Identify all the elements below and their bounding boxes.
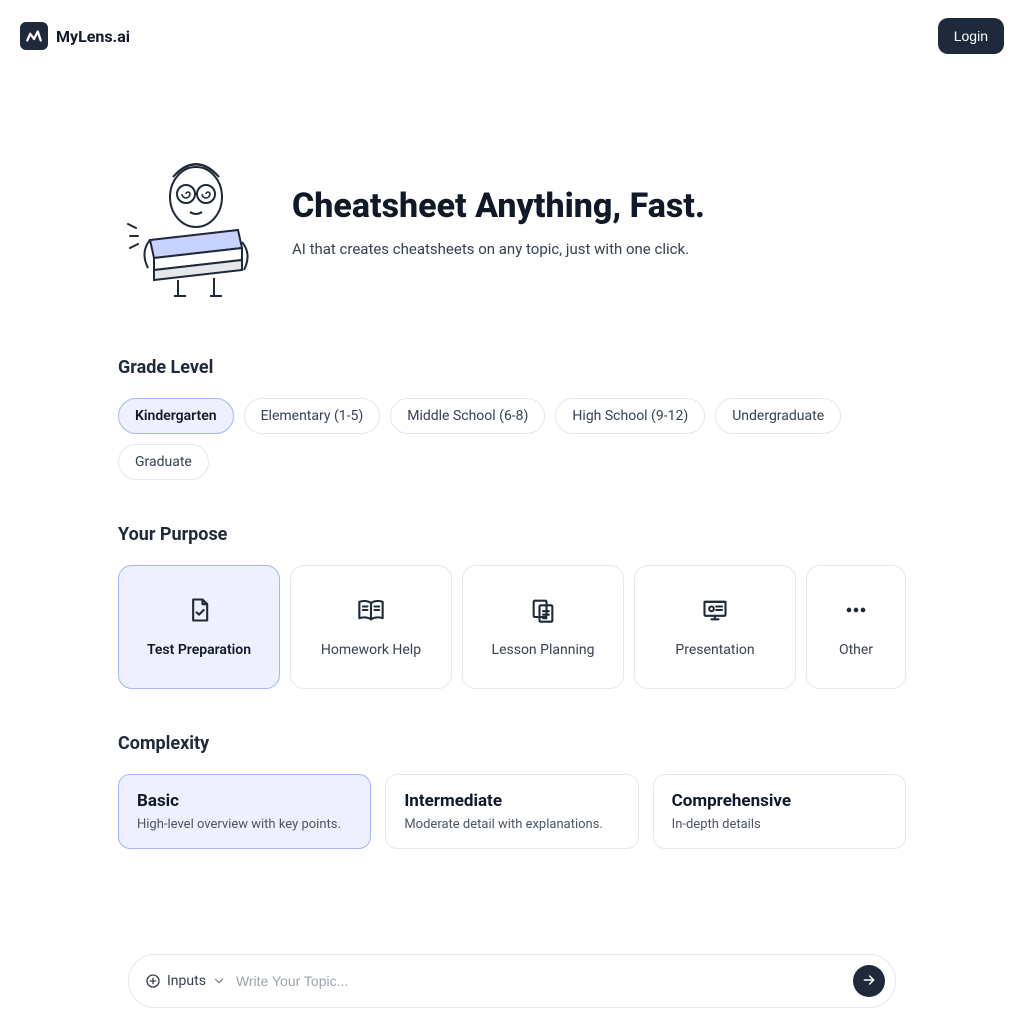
purpose-other[interactable]: Other: [806, 565, 906, 689]
purpose-label: Presentation: [675, 642, 754, 658]
chevron-down-icon: [212, 974, 226, 988]
purpose-presentation[interactable]: Presentation: [634, 565, 796, 689]
inputs-dropdown[interactable]: Inputs: [145, 973, 226, 989]
complexity-card-title: Intermediate: [404, 791, 619, 811]
grade-option-middle[interactable]: Middle School (6-8): [390, 398, 545, 434]
book-open-icon: [357, 596, 385, 624]
arrow-right-icon: [861, 972, 877, 991]
purpose-label: Lesson Planning: [492, 642, 595, 658]
grade-option-elementary[interactable]: Elementary (1-5): [244, 398, 381, 434]
purpose-title: Your Purpose: [118, 524, 906, 545]
purpose-label: Test Preparation: [147, 642, 251, 658]
topic-input-bar: Inputs: [128, 954, 896, 1008]
hero-subtitle: AI that creates cheatsheets on any topic…: [292, 240, 705, 258]
grade-level-title: Grade Level: [118, 357, 906, 378]
dots-icon: [842, 596, 870, 624]
complexity-title: Complexity: [118, 733, 906, 754]
brand-mark-icon: [20, 22, 48, 50]
grade-option-graduate[interactable]: Graduate: [118, 444, 209, 480]
purpose-homework-help[interactable]: Homework Help: [290, 565, 452, 689]
submit-button[interactable]: [853, 965, 885, 997]
presentation-icon: [701, 596, 729, 624]
plus-circle-icon: [145, 973, 161, 989]
hero-title: Cheatsheet Anything, Fast.: [292, 186, 705, 226]
clipboard-icon: [529, 596, 557, 624]
brand-name: MyLens.ai: [56, 27, 130, 46]
complexity-card-desc: In-depth details: [672, 817, 887, 832]
grade-option-kindergarten[interactable]: Kindergarten: [118, 398, 234, 434]
complexity-card-desc: High-level overview with key points.: [137, 817, 352, 832]
complexity-comprehensive[interactable]: Comprehensive In-depth details: [653, 774, 906, 849]
brand-logo[interactable]: MyLens.ai: [20, 22, 130, 50]
complexity-basic[interactable]: Basic High-level overview with key point…: [118, 774, 371, 849]
purpose-label: Other: [839, 642, 873, 658]
purpose-label: Homework Help: [321, 642, 421, 658]
complexity-card-desc: Moderate detail with explanations.: [404, 817, 619, 832]
grade-option-high[interactable]: High School (9-12): [555, 398, 705, 434]
purpose-lesson-planning[interactable]: Lesson Planning: [462, 565, 624, 689]
topic-input[interactable]: [236, 973, 843, 989]
inputs-label: Inputs: [167, 973, 206, 989]
hero-illustration: [118, 142, 268, 302]
purpose-test-preparation[interactable]: Test Preparation: [118, 565, 280, 689]
grade-option-undergrad[interactable]: Undergraduate: [715, 398, 841, 434]
complexity-card-title: Basic: [137, 791, 352, 811]
complexity-intermediate[interactable]: Intermediate Moderate detail with explan…: [385, 774, 638, 849]
document-check-icon: [185, 596, 213, 624]
complexity-card-title: Comprehensive: [672, 791, 887, 811]
login-button[interactable]: Login: [938, 18, 1004, 54]
